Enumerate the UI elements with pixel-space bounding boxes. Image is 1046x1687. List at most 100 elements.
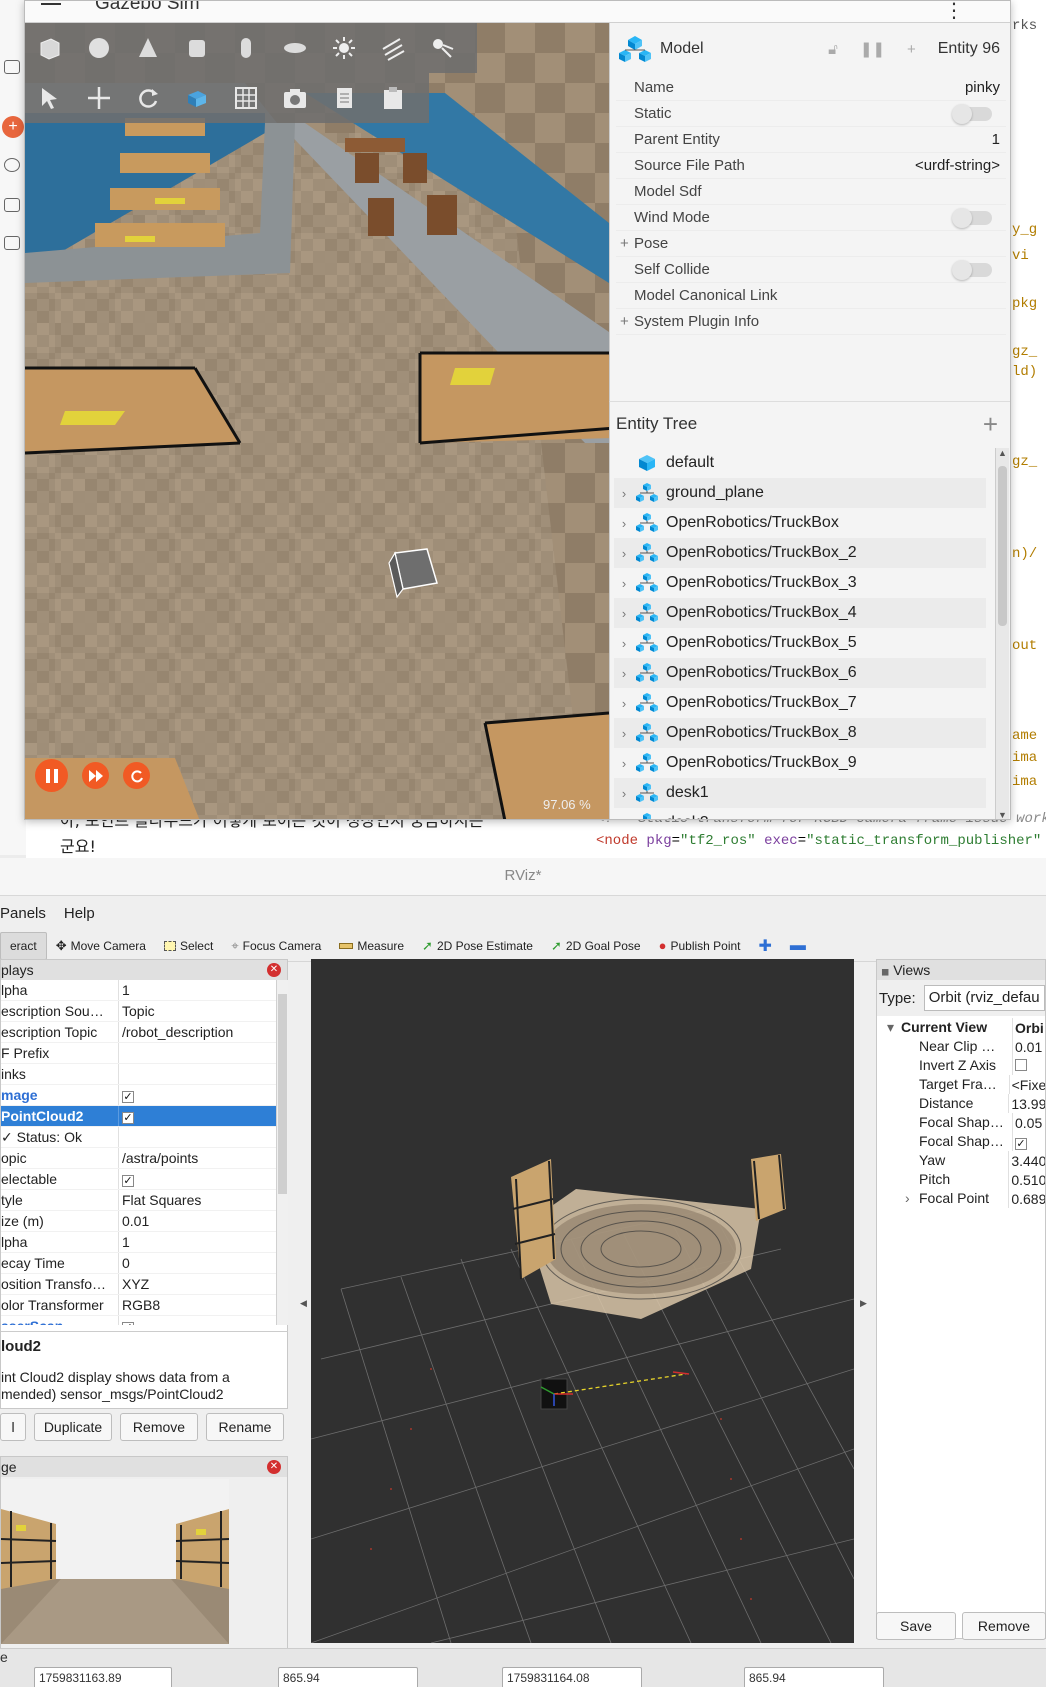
expand-icon[interactable]: + (620, 313, 629, 330)
box-icon[interactable] (37, 35, 63, 61)
step-forward-button[interactable] (82, 762, 109, 789)
capsule-icon[interactable] (233, 35, 259, 61)
view-property-row[interactable]: Pitch 0.510 (877, 1170, 1045, 1189)
view-checkbox[interactable]: ✓ (1013, 1134, 1027, 1150)
displays-scrollbar[interactable] (276, 980, 288, 1325)
menu-help[interactable]: Help (64, 905, 95, 922)
remove-tool-button[interactable]: ▬ (781, 932, 815, 960)
menu-panels[interactable]: Panels (0, 905, 46, 922)
entity-tree-item[interactable]: › ground_plane (614, 478, 986, 508)
wall-time-field[interactable]: 1759831164.08 (502, 1667, 642, 1687)
collapse-right-icon[interactable]: ▶ (860, 1298, 867, 1309)
add-tool-button[interactable]: ✚ (750, 932, 781, 960)
display-checkbox[interactable]: ✓ (119, 1106, 134, 1127)
entity-tree-item[interactable]: › desk2 (614, 808, 986, 820)
spot-light-icon[interactable] (429, 35, 455, 61)
camera-icon[interactable] (282, 85, 308, 111)
chevron-right-icon[interactable]: › (614, 816, 634, 820)
view-property-row[interactable]: Invert Z Axis (877, 1056, 1045, 1075)
view-property-row[interactable]: › Focal Point 0.689 (877, 1189, 1045, 1208)
view-property-row[interactable]: ▾ Current View Orbi (877, 1018, 1045, 1037)
display-property-row[interactable]: F Prefix (1, 1043, 276, 1064)
chevron-right-icon[interactable]: › (614, 486, 634, 501)
chevron-right-icon[interactable]: › (614, 756, 634, 771)
entity-tree-item[interactable]: › OpenRobotics/TruckBox_5 (614, 628, 986, 658)
directional-light-icon[interactable] (380, 35, 406, 61)
add-display-button[interactable]: l (0, 1413, 26, 1441)
chevron-right-icon[interactable]: › (614, 666, 634, 681)
ellipsoid-icon[interactable] (282, 35, 308, 61)
display-property-row[interactable]: mage ✓ (1, 1085, 276, 1106)
toggle-switch[interactable] (952, 103, 992, 124)
view-property-row[interactable]: Focal Shap… ✓ (877, 1132, 1045, 1151)
extensions-icon[interactable] (4, 236, 20, 250)
rviz-3d-view[interactable] (311, 959, 854, 1643)
pause-button[interactable] (35, 759, 68, 792)
folder-icon[interactable] (4, 198, 20, 212)
tool-measure[interactable]: Measure (330, 932, 413, 960)
select-arrow-icon[interactable] (37, 85, 63, 111)
ros-time-field[interactable]: 1759831163.89 (34, 1667, 172, 1687)
entity-tree-item[interactable]: › OpenRobotics/TruckBox_7 (614, 688, 986, 718)
display-property-row[interactable]: inks (1, 1064, 276, 1085)
gazebo-3d-scene[interactable] (25, 23, 609, 819)
display-checkbox[interactable]: ✓ (119, 1316, 134, 1325)
entity-tree-scrollbar[interactable]: ▲ ▼ (995, 448, 1009, 819)
model-property-row[interactable]: + Pose (616, 231, 1006, 257)
toggle-switch[interactable] (952, 207, 992, 228)
tool-2d-pose-estimate[interactable]: ➚ 2D Pose Estimate (413, 932, 542, 960)
view-property-row[interactable]: Distance 13.99 (877, 1094, 1045, 1113)
sphere-icon[interactable] (86, 35, 112, 61)
display-property-row[interactable]: PointCloud2 ✓ (1, 1106, 276, 1127)
wall-elapsed-field[interactable]: 865.94 (744, 1667, 884, 1687)
duplicate-button[interactable]: Duplicate (34, 1413, 112, 1441)
tool-interact[interactable]: eract (0, 931, 47, 960)
display-property-row[interactable]: escription Topic/robot_description (1, 1022, 276, 1043)
ros-elapsed-field[interactable]: 865.94 (278, 1667, 418, 1687)
view-property-row[interactable]: Yaw 3.440 (877, 1151, 1045, 1170)
chevron-right-icon[interactable]: › (614, 786, 634, 801)
copy-icon[interactable] (331, 85, 357, 111)
close-icon[interactable]: ✕ (267, 1460, 281, 1474)
entity-tree-item[interactable]: › OpenRobotics/TruckBox_2 (614, 538, 986, 568)
entity-tree-item[interactable]: › OpenRobotics/TruckBox (614, 508, 986, 538)
toggle-switch[interactable] (952, 259, 992, 280)
rename-button[interactable]: Rename (206, 1413, 284, 1441)
view-checkbox[interactable] (1013, 1058, 1027, 1074)
views-type-select[interactable]: Orbit (rviz_defau (923, 985, 1045, 1011)
tool-focus-camera[interactable]: ⌖ Focus Camera (222, 932, 330, 960)
tool-move-camera[interactable]: ✥ Move Camera (47, 932, 155, 960)
chevron-right-icon[interactable]: › (614, 636, 634, 651)
display-checkbox[interactable]: ✓ (119, 1085, 134, 1106)
chevron-right-icon[interactable]: › (614, 606, 634, 621)
lock-icon[interactable]: 🔓︎ (828, 41, 838, 58)
chevron-right-icon[interactable]: › (614, 516, 634, 531)
rotate-icon[interactable] (135, 85, 161, 111)
explorer-icon[interactable] (4, 60, 20, 74)
more-options-icon[interactable]: ⋮ (944, 1, 964, 23)
display-property-row[interactable]: ize (m) 0.01 (1, 1211, 276, 1232)
expand-icon[interactable]: + (620, 235, 629, 252)
display-property-row[interactable]: opic/astra/points (1, 1148, 276, 1169)
add-entity-icon[interactable]: + (983, 409, 998, 440)
translate-icon[interactable] (86, 85, 112, 111)
chevron-right-icon[interactable]: › (614, 696, 634, 711)
display-checkbox[interactable]: ✓ (119, 1169, 134, 1190)
remove-view-button[interactable]: Remove (962, 1612, 1046, 1640)
display-property-row[interactable]: osition Transfo… XYZ (1, 1274, 276, 1295)
display-property-row[interactable]: aserScan✓ (1, 1316, 276, 1325)
entity-tree-item[interactable]: default (614, 448, 986, 478)
pause-icon[interactable]: ❚❚ (860, 40, 885, 58)
tool-2d-goal-pose[interactable]: ➚ 2D Goal Pose (542, 932, 650, 960)
tool-publish-point[interactable]: ● Publish Point (650, 932, 750, 960)
chevron-right-icon[interactable]: › (614, 726, 634, 741)
chevron-right-icon[interactable]: › (905, 1189, 919, 1208)
chevron-right-icon[interactable]: › (614, 576, 634, 591)
tool-select[interactable]: Select (155, 932, 222, 960)
cone-icon[interactable] (135, 35, 161, 61)
paste-icon[interactable] (380, 85, 406, 111)
display-property-row[interactable]: escription Sou… Topic (1, 1001, 276, 1022)
view-property-row[interactable]: Near Clip … 0.01 (877, 1037, 1045, 1056)
model-property-row[interactable]: + System Plugin Info (616, 309, 1006, 335)
entity-tree-item[interactable]: › OpenRobotics/TruckBox_8 (614, 718, 986, 748)
